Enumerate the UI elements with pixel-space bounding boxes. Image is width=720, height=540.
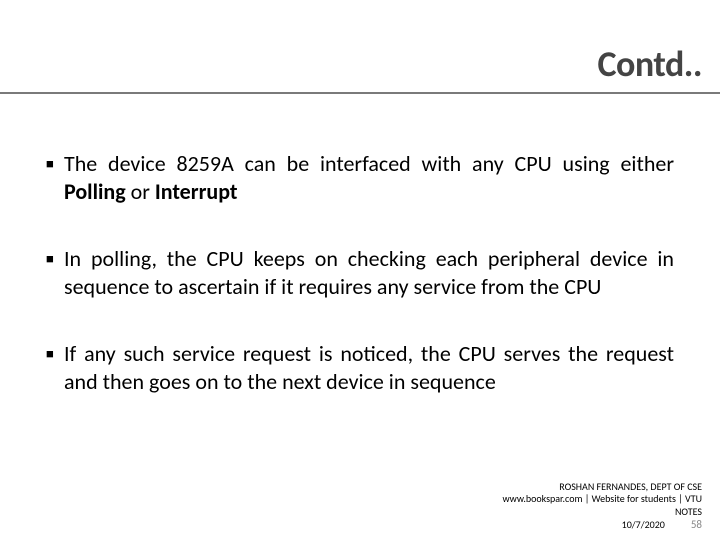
bullet-text: If any such service request is noticed, … [64, 340, 674, 395]
footer-website: www.bookspar.com | Website for students … [502, 493, 702, 506]
list-item: ▪ In polling, the CPU keeps on checking … [46, 245, 674, 300]
bullet-text: The device 8259A can be interfaced with … [64, 150, 674, 205]
list-item: ▪ If any such service request is noticed… [46, 340, 674, 395]
bullet-icon: ▪ [46, 340, 56, 395]
page-number: 58 [691, 518, 702, 532]
slide: Contd.. ▪ The device 8259A can be interf… [0, 0, 720, 540]
footer-date: 10/7/2020 [622, 519, 665, 532]
bullet-icon: ▪ [46, 150, 56, 205]
footer-notes: NOTES [502, 506, 702, 519]
bullet-icon: ▪ [46, 245, 56, 300]
list-item: ▪ The device 8259A can be interfaced wit… [46, 150, 674, 205]
title-underline [0, 92, 720, 94]
title-area: Contd.. [597, 42, 702, 86]
bullet-text: In polling, the CPU keeps on checking ea… [64, 245, 674, 300]
footer: ROSHAN FERNANDES, DEPT OF CSE www.booksp… [502, 481, 702, 532]
content-area: ▪ The device 8259A can be interfaced wit… [46, 150, 674, 435]
slide-title: Contd.. [597, 42, 702, 86]
